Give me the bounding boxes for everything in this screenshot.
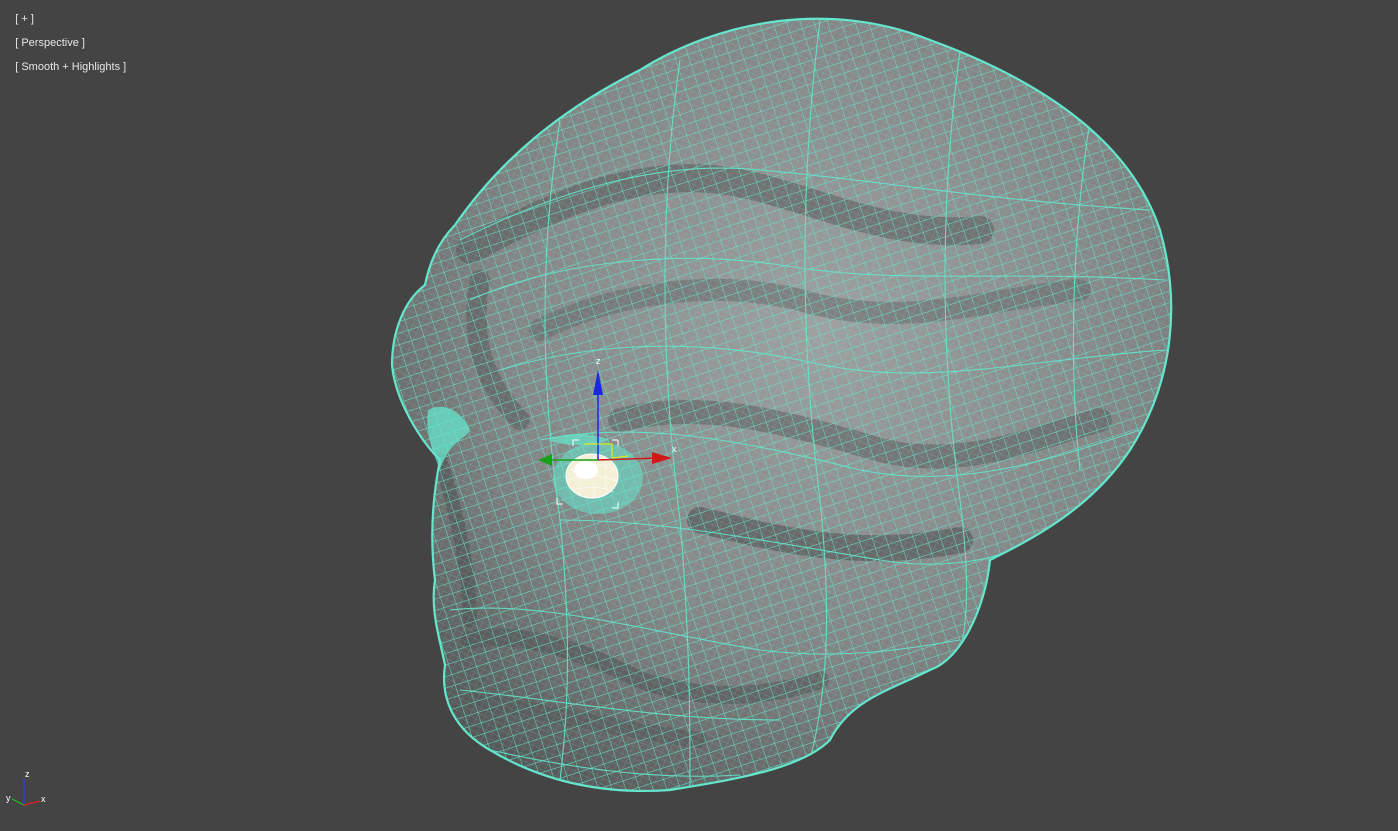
scene-canvas[interactable]: z x [0, 0, 1398, 831]
alien-head-model[interactable] [380, 0, 1200, 800]
tripod-z-label: z [25, 769, 30, 779]
tripod-x-label: x [41, 794, 46, 804]
tripod-x-axis [23, 800, 41, 806]
gizmo-x-label: x [672, 444, 677, 454]
perspective-viewport[interactable]: [ + ] [ Perspective ] [ Smooth + Highlig… [0, 0, 1398, 831]
tripod-y-label: y [6, 793, 11, 803]
tripod-y-axis [11, 798, 25, 806]
world-axis-tripod: z x y [6, 769, 46, 806]
gizmo-z-label: z [596, 356, 601, 366]
